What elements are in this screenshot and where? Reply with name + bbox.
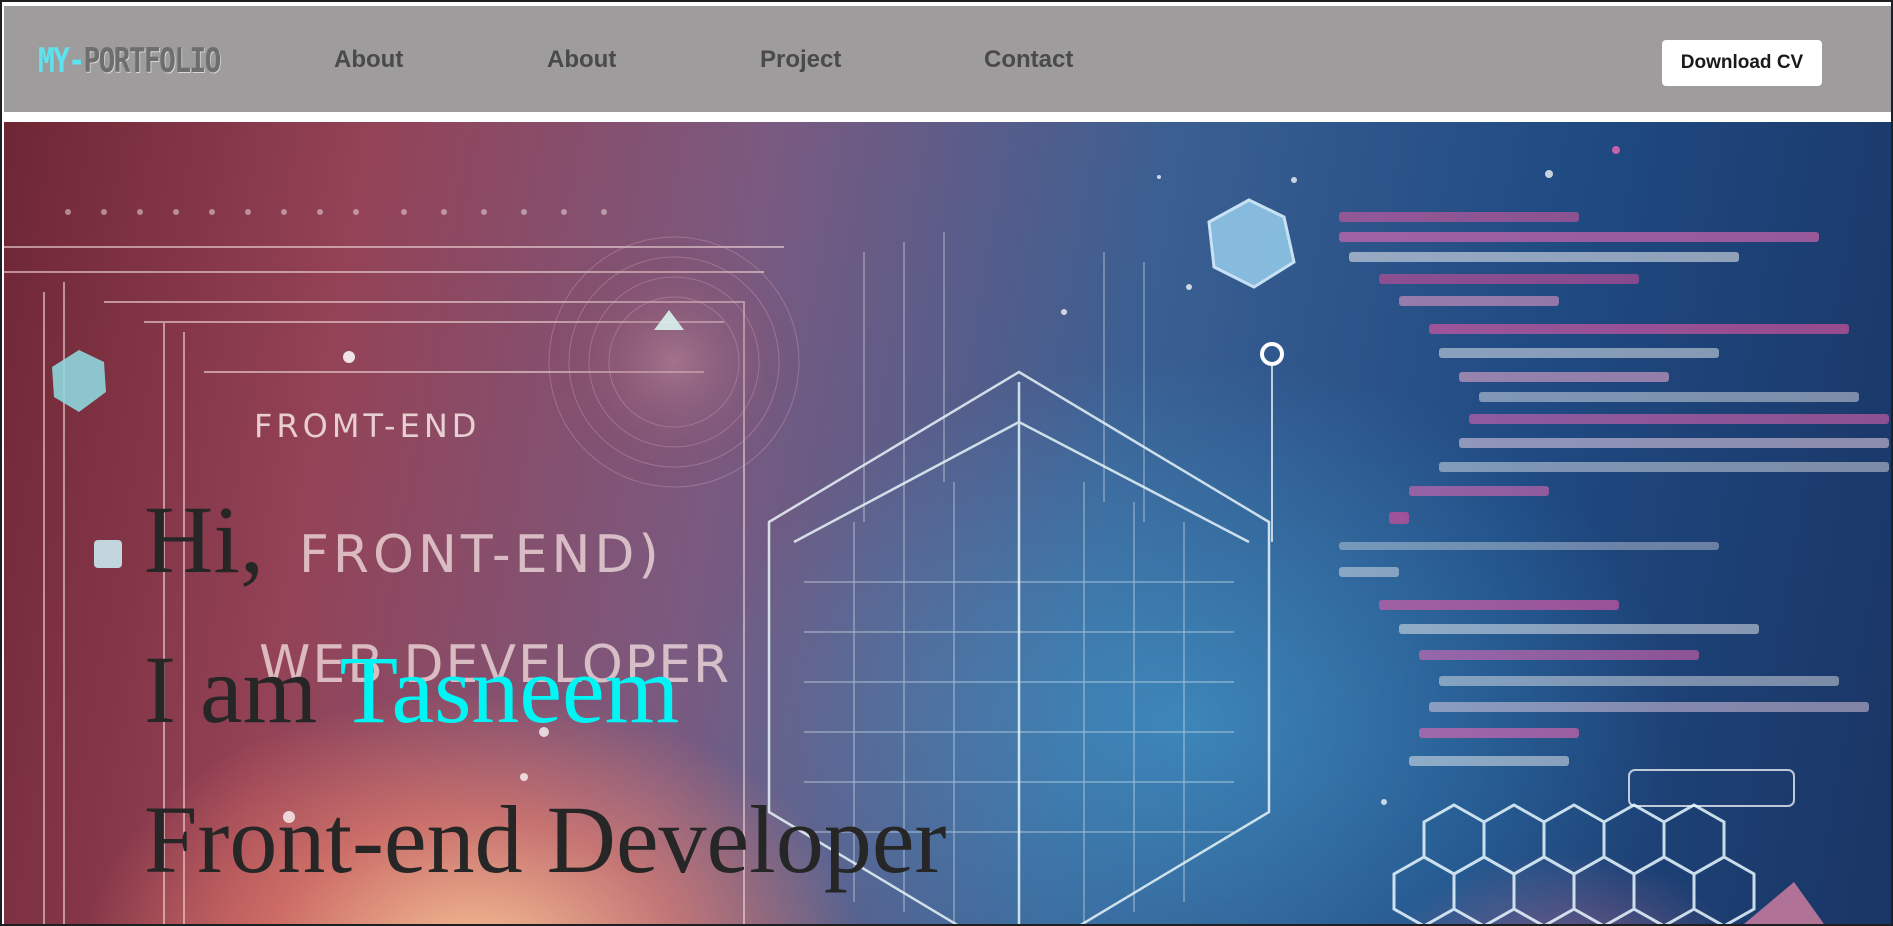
- nav-link-about[interactable]: About: [334, 48, 403, 72]
- art-text-1: FROMT-END: [254, 407, 480, 445]
- logo-text-main: PORTFOLIO: [83, 41, 221, 81]
- nav-link-about-2[interactable]: About: [547, 48, 616, 72]
- nav-link-contact[interactable]: Contact: [984, 48, 1073, 72]
- portfolio-logo[interactable]: MY-PORTFOLIO: [38, 41, 221, 81]
- hero-intro-prefix: I am: [144, 636, 318, 743]
- hero-role: Front-end Developer: [144, 786, 947, 893]
- nav-link-project[interactable]: Project: [760, 48, 841, 72]
- hero-greeting: Hi,: [144, 486, 264, 593]
- top-navbar: MY-PORTFOLIO About About Project Contact…: [4, 6, 1891, 112]
- logo-text-prefix: MY-: [38, 41, 85, 81]
- hero-name: Tasneem: [339, 636, 680, 743]
- browser-viewport: MY-PORTFOLIO About About Project Contact…: [2, 2, 1891, 924]
- hero-intro: I am Tasneem: [144, 642, 679, 738]
- hero-section: FROMT-END FRONT-END) WEB DEVELOPER Hi, I…: [4, 122, 1891, 924]
- download-cv-button[interactable]: Download CV: [1662, 40, 1822, 86]
- art-text-2: FRONT-END): [299, 525, 663, 585]
